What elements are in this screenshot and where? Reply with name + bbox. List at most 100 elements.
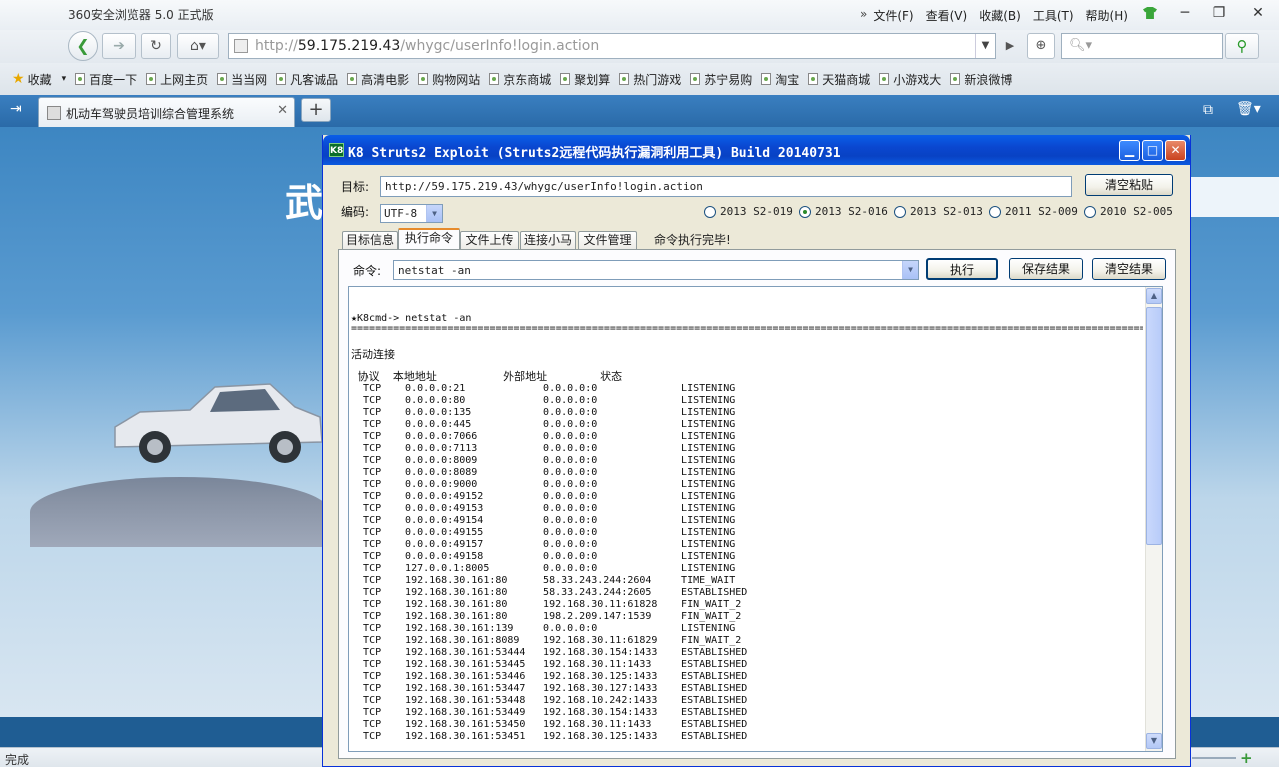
radio-s2-013[interactable]: 2013 S2-013 xyxy=(894,205,983,218)
page-icon xyxy=(276,73,287,85)
chevron-down-icon[interactable]: ▼ xyxy=(902,261,918,279)
protocol-cell: TCP xyxy=(363,719,382,730)
protocol-cell: TCP xyxy=(363,611,382,622)
bookmark-item[interactable]: 热门游戏 xyxy=(619,71,681,88)
zoom-slider[interactable] xyxy=(1192,757,1236,759)
tab-connect-shell[interactable]: 连接小马 xyxy=(520,231,576,249)
bookmark-item[interactable]: 小游戏大 xyxy=(879,71,941,88)
menu-favorites[interactable]: 收藏(B) xyxy=(979,7,1021,24)
go-button[interactable]: ▶ xyxy=(998,33,1022,59)
encoding-select[interactable]: UTF-8 ▼ xyxy=(380,204,443,223)
encoding-value: UTF-8 xyxy=(384,207,418,220)
protocol-cell: TCP xyxy=(363,647,382,658)
browser-tab[interactable]: 机动车驾驶员培训综合管理系统 ✕ xyxy=(38,97,295,127)
close-button[interactable]: ✕ xyxy=(1243,2,1273,24)
tab-execute-command[interactable]: 执行命令 xyxy=(398,228,460,250)
radio-s2-016[interactable]: 2013 S2-016 xyxy=(799,205,888,218)
bookmark-item[interactable]: 天猫商城 xyxy=(808,71,870,88)
bookmark-item[interactable]: 凡客诚品 xyxy=(276,71,338,88)
close-tab-icon[interactable]: ✕ xyxy=(277,103,288,118)
search-input[interactable]: 🔍︎▾ xyxy=(1061,33,1223,59)
status-text: 完成 xyxy=(5,753,30,767)
back-button[interactable]: ❮ xyxy=(68,31,98,61)
search-engine-icon[interactable]: 🔍︎▾ xyxy=(1069,38,1092,53)
k8-minimize-button[interactable]: ▁ xyxy=(1119,140,1140,161)
local-address-cell: 192.168.30.161:80 xyxy=(405,599,508,610)
scroll-down-icon[interactable]: ▼ xyxy=(1146,733,1162,749)
bookmark-item[interactable]: 购物网站 xyxy=(418,71,480,88)
tab-file-manager[interactable]: 文件管理 xyxy=(578,231,637,249)
pickup-truck-image xyxy=(114,383,323,463)
bookmark-item[interactable]: 聚划算 xyxy=(560,71,610,88)
menu-tools[interactable]: 工具(T) xyxy=(1033,7,1074,24)
favorites-menu[interactable]: ★ 收藏 ▾ xyxy=(12,71,66,88)
netstat-row: TCP 192.168.30.161:139 0.0.0.0:0 LISTENING xyxy=(351,623,1146,635)
bookmark-item[interactable]: 百度一下 xyxy=(75,71,137,88)
shield-icon: ⊕ xyxy=(1035,38,1047,53)
tab-title: 机动车驾驶员培训综合管理系统 xyxy=(66,107,235,121)
tab-file-upload[interactable]: 文件上传 xyxy=(460,231,519,249)
k8-title-bar[interactable]: K8 K8 Struts2 Exploit (Struts2远程代码执行漏洞利用… xyxy=(323,135,1190,165)
bookmark-item[interactable]: 高清电影 xyxy=(347,71,409,88)
local-address-cell: 0.0.0.0:49152 xyxy=(405,491,484,502)
bookmark-item[interactable]: 苏宁易购 xyxy=(690,71,752,88)
state-cell: ESTABLISHED xyxy=(681,695,748,706)
page-banner-fragment xyxy=(1190,177,1279,217)
tab-favicon-icon xyxy=(47,106,61,120)
refresh-button[interactable]: ↻ xyxy=(141,33,171,59)
trash-icon[interactable]: 🗑︎▾ xyxy=(1236,101,1261,117)
clear-results-button[interactable]: 清空结果 xyxy=(1092,258,1166,280)
address-bar[interactable]: http://59.175.219.43/whygc/userInfo!logi… xyxy=(228,33,996,59)
protocol-cell: TCP xyxy=(363,575,382,586)
scrollbar-thumb[interactable] xyxy=(1146,307,1162,545)
state-cell: ESTABLISHED xyxy=(681,683,748,694)
address-text[interactable]: http://59.175.219.43/whygc/userInfo!logi… xyxy=(255,38,599,54)
restore-button[interactable]: ❐ xyxy=(1204,2,1234,24)
search-button[interactable]: ⚲ xyxy=(1225,33,1259,59)
bookmark-item[interactable]: 上网主页 xyxy=(146,71,208,88)
foreign-address-cell: 0.0.0.0:0 xyxy=(543,431,598,442)
radio-s2-005[interactable]: 2010 S2-005 xyxy=(1084,205,1173,218)
foreign-address-cell: 192.168.30.11:61828 xyxy=(543,599,658,610)
bookmark-item[interactable]: 新浪微博 xyxy=(950,71,1012,88)
scroll-up-icon[interactable]: ▲ xyxy=(1146,288,1162,304)
command-input[interactable]: netstat -an ▼ xyxy=(393,260,919,280)
menu-file[interactable]: 文件(F) xyxy=(873,7,913,24)
radio-s2-009[interactable]: 2011 S2-009 xyxy=(989,205,1078,218)
bookmark-item[interactable]: 京东商城 xyxy=(489,71,551,88)
tab-target-info[interactable]: 目标信息 xyxy=(342,231,398,249)
menu-help[interactable]: 帮助(H) xyxy=(1086,7,1128,24)
bookmark-item[interactable]: 当当网 xyxy=(217,71,267,88)
clear-paste-button[interactable]: 清空粘贴 xyxy=(1085,174,1173,196)
k8-close-button[interactable]: ✕ xyxy=(1165,140,1186,161)
target-url-input[interactable]: http://59.175.219.43/whygc/userInfo!logi… xyxy=(380,176,1072,197)
home-button[interactable]: ⌂▾ xyxy=(177,33,219,59)
menu-view[interactable]: 查看(V) xyxy=(926,7,968,24)
sidebar-toggle-icon[interactable]: ⇥ xyxy=(10,101,22,117)
zoom-in-icon[interactable]: + xyxy=(1240,749,1253,767)
bookmark-item[interactable]: 淘宝 xyxy=(761,71,799,88)
local-address-cell: 192.168.30.161:53447 xyxy=(405,683,526,694)
save-results-button[interactable]: 保存结果 xyxy=(1009,258,1083,280)
state-cell: LISTENING xyxy=(681,623,736,634)
local-address-cell: 192.168.30.161:53445 xyxy=(405,659,526,670)
address-dropdown-icon[interactable]: ▼ xyxy=(975,34,995,58)
minimize-button[interactable]: ─ xyxy=(1170,2,1200,24)
new-tab-button[interactable]: + xyxy=(301,98,331,122)
foreign-address-cell: 192.168.30.125:1433 xyxy=(543,671,658,682)
restore-tabs-icon[interactable]: ⧉ xyxy=(1203,102,1213,118)
chevron-down-icon[interactable]: ▼ xyxy=(426,205,442,222)
execute-button[interactable]: 执行 xyxy=(926,258,998,280)
state-cell: ESTABLISHED xyxy=(681,707,748,718)
foreign-address-cell: 0.0.0.0:0 xyxy=(543,491,598,502)
radio-s2-019[interactable]: 2013 S2-019 xyxy=(704,205,793,218)
local-address-cell: 127.0.0.1:8005 xyxy=(405,563,490,574)
output-scrollbar[interactable]: ▲ ▼ xyxy=(1145,287,1162,751)
local-address-cell: 0.0.0.0:49158 xyxy=(405,551,484,562)
k8-maximize-button[interactable]: □ xyxy=(1142,140,1163,161)
forward-button[interactable]: ➔ xyxy=(102,33,136,59)
skin-shirt-icon[interactable] xyxy=(1143,7,1157,19)
menu-overflow-icon[interactable]: » xyxy=(860,7,867,24)
security-shield-button[interactable]: ⊕ xyxy=(1027,33,1055,59)
command-output[interactable]: ★K8cmd-> netstat -an ===================… xyxy=(348,286,1163,752)
